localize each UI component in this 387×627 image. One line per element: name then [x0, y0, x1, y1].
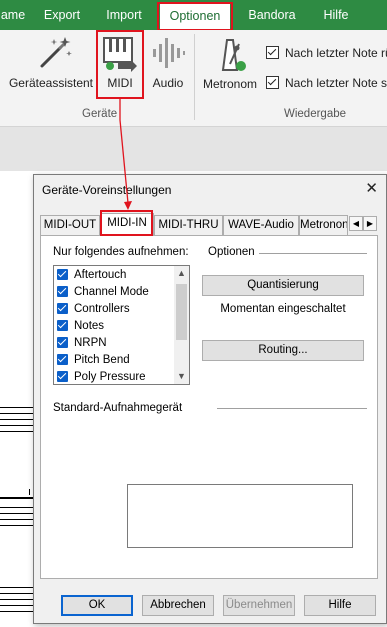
- routing-button[interactable]: Routing...: [202, 340, 364, 361]
- tab-wave-audio[interactable]: WAVE-Audio: [223, 215, 299, 235]
- apply-button[interactable]: Übernehmen: [223, 595, 295, 616]
- list-item[interactable]: NRPN: [57, 335, 107, 352]
- staff-line: [0, 507, 34, 508]
- checkbox-icon: [266, 46, 279, 59]
- metronome-button[interactable]: Metronom: [198, 34, 262, 96]
- list-item[interactable]: Channel Mode: [57, 284, 149, 301]
- document-toolbar-area: [0, 127, 387, 171]
- scroll-down-icon[interactable]: ▼: [174, 369, 189, 384]
- staff-line: [0, 413, 34, 414]
- ok-button[interactable]: OK: [61, 595, 133, 616]
- bar-tick: [29, 489, 30, 495]
- tab-midi-thru[interactable]: MIDI-THRU: [154, 215, 223, 235]
- checkbox-icon: [266, 76, 279, 89]
- list-item-label: Channel Mode: [74, 286, 149, 298]
- metronome-icon: [221, 39, 246, 71]
- check-stop-after-note-2[interactable]: Nach letzter Note sto: [266, 76, 387, 90]
- dialog-tab-strip: MIDI-OUT MIDI-IN MIDI-THRU WAVE-Audio Me…: [40, 213, 378, 236]
- tab-scroll-left-icon[interactable]: ◀: [349, 216, 363, 231]
- list-item[interactable]: Pitch Bend: [57, 352, 130, 369]
- metronome-label: Metronom: [202, 77, 258, 91]
- checkbox-checked-icon: [57, 303, 68, 314]
- tab-bandora[interactable]: Bandora: [240, 0, 304, 30]
- checkbox-checked-icon: [57, 320, 68, 331]
- audio-button[interactable]: Audio: [146, 34, 190, 96]
- checkbox-checked-icon: [57, 371, 68, 382]
- scrollbar-thumb[interactable]: [176, 284, 187, 340]
- group-separator: [194, 34, 195, 120]
- ribbon: Geräteassistent MIDI Audio Geräte Metron…: [0, 30, 387, 127]
- list-scrollbar[interactable]: ▲ ▼: [174, 266, 189, 384]
- list-item[interactable]: Aftertouch: [57, 267, 126, 284]
- tab-hilfe[interactable]: Hilfe: [312, 0, 360, 30]
- highlight-midi-in-tab: [100, 210, 153, 236]
- list-item-label: Aftertouch: [74, 269, 127, 281]
- staff-line: [0, 431, 34, 432]
- device-assistant-button[interactable]: Geräteassistent: [4, 34, 98, 96]
- checkbox-checked-icon: [57, 269, 68, 280]
- device-assistant-label: Geräteassistent: [8, 76, 94, 90]
- check-stop-after-note-1[interactable]: Nach letzter Note rü: [266, 46, 387, 60]
- staff-line: [0, 587, 34, 588]
- close-icon[interactable]: ✕: [365, 179, 378, 197]
- options-group-label: Optionen: [208, 246, 259, 258]
- tab-scroll-right-icon[interactable]: ▶: [363, 216, 377, 231]
- cancel-button[interactable]: Abbrechen: [142, 595, 214, 616]
- highlight-midi-button: [96, 30, 144, 99]
- list-item-label: Controllers: [74, 303, 130, 315]
- standard-divider: [217, 408, 367, 409]
- audio-label: Audio: [152, 76, 184, 90]
- list-item-label: Notes: [74, 320, 105, 332]
- staff-line: [0, 407, 34, 408]
- checkbox-checked-icon: [57, 354, 68, 365]
- quantize-status-text: Momentan eingeschaltet: [220, 303, 346, 315]
- list-item[interactable]: Notes: [57, 318, 104, 335]
- scroll-up-icon[interactable]: ▲: [174, 266, 189, 281]
- group-label-geraete: Geräte: [82, 108, 118, 120]
- highlight-optionen-tab: [157, 2, 233, 31]
- standard-recording-device-field[interactable]: [127, 484, 353, 548]
- staff-line: [0, 599, 34, 600]
- tab-home[interactable]: ame: [0, 0, 26, 30]
- staff-line: [0, 611, 34, 612]
- dialog-title: Geräte-Voreinstellungen: [42, 183, 172, 197]
- record-filter-label: Nur folgendes aufnehmen:: [53, 246, 189, 258]
- checkbox-checked-icon: [57, 286, 68, 297]
- staff-line: [0, 425, 34, 426]
- midi-in-panel: Nur folgendes aufnehmen: Aftertouch Chan…: [40, 235, 378, 579]
- list-item[interactable]: Poly Pressure: [57, 369, 146, 386]
- tab-import[interactable]: Import: [94, 0, 154, 30]
- list-item-label: NRPN: [74, 337, 107, 349]
- check-stop-after-note-2-label: Nach letzter Note sto: [285, 76, 387, 90]
- list-item-label: Poly Pressure: [74, 371, 146, 383]
- checkbox-checked-icon: [57, 337, 68, 348]
- magic-wand-icon: [40, 37, 72, 68]
- standard-recording-device-label: Standard-Aufnahmegerät: [53, 402, 183, 414]
- tab-export[interactable]: Export: [34, 0, 90, 30]
- staff-line: [0, 605, 34, 606]
- check-stop-after-note-1-label: Nach letzter Note rü: [285, 46, 387, 60]
- dialog-button-bar: OK Abbrechen Übernehmen Hilfe: [34, 579, 386, 623]
- record-filter-list[interactable]: Aftertouch Channel Mode Controllers Note…: [53, 265, 190, 385]
- tab-midi-out[interactable]: MIDI-OUT: [40, 215, 100, 235]
- audio-wave-icon: [153, 38, 185, 68]
- staff-line: [0, 525, 34, 526]
- quantize-button[interactable]: Quantisierung: [202, 275, 364, 296]
- tab-metronom[interactable]: Metronon: [299, 215, 348, 235]
- staff-line: [0, 513, 34, 514]
- help-button[interactable]: Hilfe: [304, 595, 376, 616]
- group-label-wiedergabe: Wiedergabe: [284, 108, 347, 120]
- staff-line: [0, 593, 34, 594]
- device-settings-dialog: Geräte-Voreinstellungen ✕ MIDI-OUT MIDI-…: [33, 174, 387, 624]
- staff-line: [0, 497, 34, 499]
- list-item[interactable]: Controllers: [57, 301, 130, 318]
- staff-line: [0, 519, 34, 520]
- staff-line: [0, 419, 34, 420]
- list-item-label: Pitch Bend: [74, 354, 130, 366]
